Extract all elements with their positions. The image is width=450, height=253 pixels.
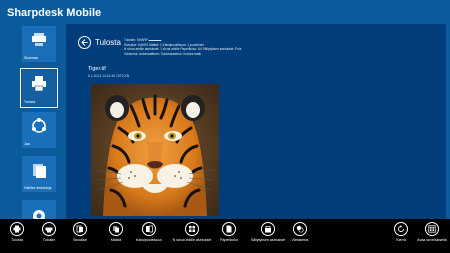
sidebar-item-label: Tulosta — [24, 100, 36, 104]
appbar-copies-button[interactable]: Määrä — [99, 222, 133, 252]
appbar-page-range-button[interactable]: Sivualue — [63, 222, 97, 252]
document-preview[interactable] — [91, 84, 219, 216]
file-meta: 6.1.2014 14:11:46 2370 KB — [88, 74, 130, 78]
tiger-image — [91, 84, 219, 216]
appbar-label: Väriasetus — [291, 238, 309, 242]
appbar-color-button[interactable]: Väriasetus — [283, 222, 317, 252]
sidebar-item-manage-files[interactable]: Hallitse tiedostoja — [22, 156, 56, 192]
appbar-label: Tulosta — [11, 238, 23, 242]
appbar-label: Avaa sovelluksella — [417, 238, 447, 242]
appbar-label: Kaksipuoleisuus — [136, 238, 162, 242]
share-icon — [32, 118, 46, 133]
app-title: Sharpdesk Mobile — [7, 7, 102, 19]
sidebar-item-label: Skannaa — [24, 56, 38, 60]
sidebar-item-print[interactable]: Tulosta — [20, 68, 58, 108]
appbar-print-button[interactable]: Tulosta — [0, 222, 34, 252]
duplex-icon — [142, 222, 156, 236]
appbar-label: Säilytyksen asetukset — [250, 238, 286, 242]
print-settings-summary: Tulostin: SHARP ▬▬▬▬ Sivualue: KAIKKI Mä… — [124, 38, 241, 56]
copies-icon — [109, 222, 123, 236]
file-name: Tiger.tif — [88, 66, 106, 72]
appbar-duplex-button[interactable]: Kaksipuoleisuus — [132, 222, 166, 252]
sidebar-item-scan[interactable]: Skannaa — [22, 26, 56, 62]
appbar-paper-size-button[interactable]: Paperikoko — [212, 222, 246, 252]
back-button[interactable] — [78, 36, 91, 49]
appbar-n-up-button[interactable]: N sivua arkille asetukset — [172, 222, 212, 252]
page-title: Tulosta — [95, 38, 121, 47]
appbar-printer-button[interactable]: Tulostin — [32, 222, 66, 252]
appbar-label: N sivua arkille asetukset — [172, 238, 212, 242]
printer-icon — [10, 222, 24, 236]
appbar-label: Sivualue — [73, 238, 87, 242]
open-with-icon — [425, 222, 439, 236]
printer-select-icon — [42, 222, 56, 236]
paper-size-icon — [222, 222, 236, 236]
page-range-icon — [73, 222, 87, 236]
appbar-label: Tulostin — [42, 238, 56, 242]
rotate-icon — [394, 222, 408, 236]
appbar-label: Kierrä — [396, 238, 406, 242]
n-up-icon — [185, 222, 199, 236]
file-manager-icon — [33, 164, 46, 178]
arrow-left-icon — [81, 39, 88, 46]
sidebar-item-share[interactable]: Jaa — [22, 112, 56, 148]
sidebar-item-settings[interactable] — [22, 200, 56, 222]
printer-icon — [32, 76, 46, 92]
app-bar: Tulosta Tulostin Sivualue Määrä Kaksipuo… — [0, 219, 450, 253]
appbar-label: Paperikoko — [220, 238, 238, 242]
settings-line-color: Värisetus: Automaattinen Tulostusasetus:… — [124, 51, 202, 56]
sidebar-item-label: Hallitse tiedostoja — [24, 186, 52, 190]
color-icon — [293, 222, 307, 236]
appbar-open-with-button[interactable]: Avaa sovelluksella — [415, 222, 449, 252]
retention-icon — [261, 222, 275, 236]
appbar-label: Määrä — [110, 238, 122, 242]
appbar-rotate-button[interactable]: Kierrä — [384, 222, 418, 252]
sidebar-item-label: Jaa — [24, 142, 30, 146]
scanner-icon — [32, 33, 46, 46]
appbar-retention-button[interactable]: Säilytyksen asetukset — [248, 222, 288, 252]
